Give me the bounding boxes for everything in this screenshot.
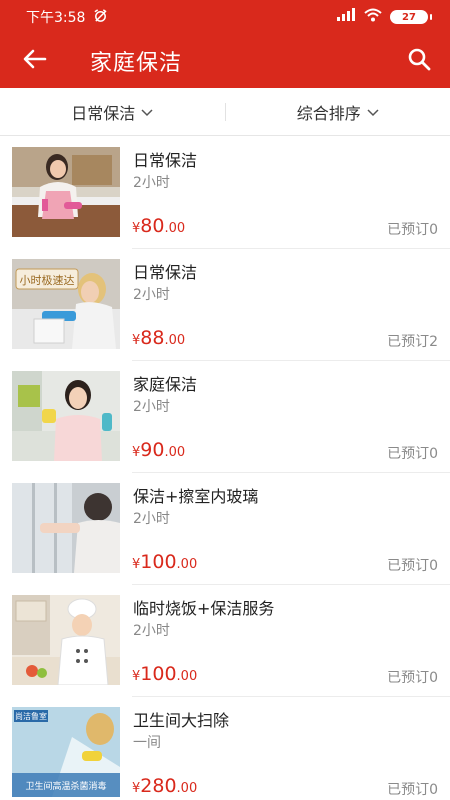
arrow-left-icon (23, 49, 47, 73)
service-price: ¥100.00 (132, 551, 197, 573)
booked-count: 已预订0 (387, 558, 438, 574)
booked-count: 已预订0 (387, 782, 438, 798)
service-item[interactable]: 临时烧饭+保洁服务 2小时 ¥100.00 已预订0 (0, 585, 450, 697)
booked-count: 已预订2 (387, 334, 438, 350)
chevron-down-icon (367, 102, 379, 121)
price-integer: 80 (140, 215, 165, 237)
price-currency: ¥ (132, 445, 141, 460)
service-price: ¥100.00 (132, 663, 197, 685)
price-currency: ¥ (132, 781, 141, 796)
service-unit: 2小时 (133, 511, 170, 527)
title-bar: 家庭保洁 (0, 34, 450, 88)
price-integer: 88 (140, 327, 165, 349)
service-info: 保洁+擦室内玻璃 2小时 ¥100.00 已预订0 (132, 473, 450, 585)
price-currency: ¥ (132, 557, 141, 572)
price-decimal: .00 (176, 669, 198, 684)
price-integer: 90 (140, 439, 165, 461)
booked-count: 已预订0 (387, 446, 438, 462)
price-decimal: .00 (176, 557, 198, 572)
service-item[interactable]: 小时极速达 日常保洁 2小时 ¥88.00 已预订2 (0, 249, 450, 361)
service-unit: 一间 (133, 735, 161, 751)
service-title: 日常保洁 (133, 151, 198, 170)
price-currency: ¥ (132, 221, 141, 236)
price-decimal: .00 (176, 781, 198, 796)
signal-icon (336, 8, 356, 26)
page-title: 家庭保洁 (90, 51, 183, 76)
sort-filter-label: 综合排序 (296, 103, 361, 123)
service-price: ¥80.00 (132, 215, 185, 237)
price-currency: ¥ (132, 333, 141, 348)
wifi-icon (364, 8, 382, 26)
price-decimal: .00 (164, 221, 186, 236)
price-integer: 280 (140, 775, 177, 797)
price-integer: 100 (140, 663, 177, 685)
service-thumbnail: 尚洁鲁室 卫生间高温杀菌消毒 (12, 707, 120, 797)
booked-count: 已预订0 (387, 222, 438, 238)
service-item[interactable]: 尚洁鲁室 卫生间高温杀菌消毒 卫生间大扫除 一间 ¥280.00 已预订0 (0, 697, 450, 800)
service-title: 临时烧饭+保洁服务 (133, 599, 275, 618)
brand-text: 尚洁鲁室 (15, 711, 47, 721)
filter-bar: 日常保洁 综合排序 (0, 88, 450, 136)
service-info: 临时烧饭+保洁服务 2小时 ¥100.00 已预订0 (132, 585, 450, 697)
price-currency: ¥ (132, 669, 141, 684)
service-info: 卫生间大扫除 一间 ¥280.00 已预订0 (132, 697, 450, 800)
service-item[interactable]: 日常保洁 2小时 ¥80.00 已预订0 (0, 137, 450, 249)
status-time: 下午3:58 (26, 10, 86, 26)
service-thumbnail (12, 371, 120, 461)
service-thumbnail (12, 483, 120, 573)
price-integer: 100 (140, 551, 177, 573)
service-info: 日常保洁 2小时 ¥80.00 已预订0 (132, 137, 450, 249)
alarm-off-icon (93, 8, 108, 27)
service-price: ¥280.00 (132, 775, 197, 797)
price-decimal: .00 (164, 445, 186, 460)
service-unit: 2小时 (133, 399, 170, 415)
express-badge-text: 小时极速达 (20, 273, 75, 287)
category-filter[interactable]: 日常保洁 (0, 88, 225, 135)
bathroom-banner-text: 卫生间高温杀菌消毒 (25, 780, 106, 792)
service-item[interactable]: 保洁+擦室内玻璃 2小时 ¥100.00 已预订0 (0, 473, 450, 585)
service-title: 保洁+擦室内玻璃 (133, 487, 259, 506)
back-button[interactable] (0, 34, 70, 88)
service-title: 日常保洁 (133, 263, 198, 282)
service-unit: 2小时 (133, 175, 170, 191)
battery-indicator: 27 (390, 10, 432, 24)
service-title: 卫生间大扫除 (133, 711, 230, 730)
search-icon (407, 47, 431, 75)
service-unit: 2小时 (133, 623, 170, 639)
category-filter-label: 日常保洁 (71, 103, 136, 123)
service-item[interactable]: 家庭保洁 2小时 ¥90.00 已预订0 (0, 361, 450, 473)
price-decimal: .00 (164, 333, 186, 348)
service-title: 家庭保洁 (133, 375, 198, 394)
app-header: 下午3:58 27 家庭保洁 (0, 0, 450, 88)
service-list: 日常保洁 2小时 ¥80.00 已预订0 小时极速达 日常保洁 2小时 ¥ 88… (0, 137, 450, 800)
service-price: ¥90.00 (132, 439, 185, 461)
booked-count: 已预订0 (387, 670, 438, 686)
sort-filter[interactable]: 综合排序 (226, 88, 450, 135)
service-unit: 2小时 (133, 287, 170, 303)
service-thumbnail (12, 595, 120, 685)
service-info: 日常保洁 2小时 ¥88.00 已预订2 (132, 249, 450, 361)
chevron-down-icon (141, 102, 153, 121)
status-bar: 下午3:58 27 (0, 0, 450, 34)
service-thumbnail: 小时极速达 (12, 259, 120, 349)
service-price: ¥88.00 (132, 327, 185, 349)
service-info: 家庭保洁 2小时 ¥90.00 已预订0 (132, 361, 450, 473)
service-thumbnail (12, 147, 120, 237)
search-button[interactable] (388, 34, 450, 88)
